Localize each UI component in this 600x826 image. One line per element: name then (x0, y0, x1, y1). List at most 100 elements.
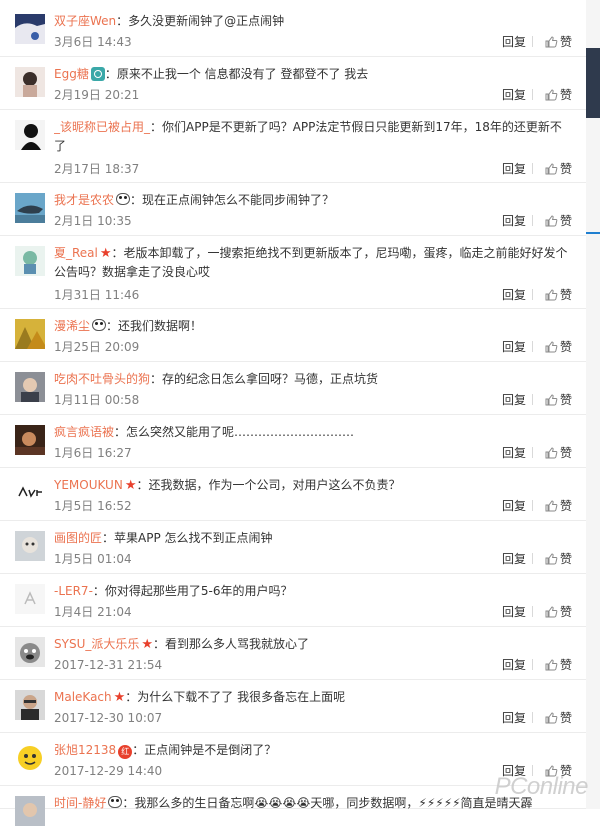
reply-button[interactable]: 回复 (502, 338, 526, 356)
reply-button[interactable]: 回复 (502, 444, 526, 462)
like-label: 赞 (559, 162, 572, 176)
comment-actions: 回复 赞 (54, 86, 572, 104)
thumbs-up-icon (545, 499, 558, 517)
comment-line: SYSU_派大乐乐 ★：看到那么多人骂我就放心了 (54, 635, 572, 654)
comment-item: YEMOUKUN ★：还我数据，作为一个公司，对用户这么不负责？ 1月5日 16:5… (0, 468, 586, 521)
avatar[interactable] (15, 319, 45, 349)
comment-item: _该昵称已被占用_：你们APP是不更新了吗？APP法定节假日只能更新到17年，1… (0, 110, 586, 183)
username-link[interactable]: -LER7- (54, 584, 93, 598)
reply-button[interactable]: 回复 (502, 86, 526, 104)
like-button[interactable]: 赞 (545, 33, 572, 53)
thumbs-up-icon (545, 711, 558, 729)
username-link[interactable]: MaleKach (54, 690, 112, 704)
username-link[interactable]: 时间-静好 (54, 796, 106, 810)
comment-actions: 回复 赞 (54, 444, 572, 462)
like-button[interactable]: 赞 (545, 497, 572, 517)
comment-meta: 1月11日 00:58 回复赞 (54, 391, 572, 409)
side-panel-dark (586, 48, 600, 118)
comment-text: ：怎么突然又能用了呢………………………… (114, 425, 355, 439)
comment-meta: 3月6日 14:43 回复赞 (54, 33, 572, 51)
comment-actions: 回复 赞 (54, 656, 572, 674)
comment-actions: 回复 赞 (54, 212, 572, 230)
action-divider (532, 341, 533, 352)
like-button[interactable]: 赞 (545, 603, 572, 623)
thumbs-up-icon (545, 658, 558, 676)
avatar[interactable] (15, 637, 45, 667)
avatar[interactable] (15, 372, 45, 402)
comment-meta: 1月5日 16:52 回复赞 (54, 497, 572, 515)
like-button[interactable]: 赞 (545, 391, 572, 411)
avatar[interactable] (15, 796, 45, 826)
action-divider (532, 606, 533, 617)
username-link[interactable]: YEMOUKUN (54, 478, 123, 492)
username-link[interactable]: _该昵称已被占用_ (54, 120, 150, 134)
comment-item: -LER7-：你对得起那些用了5-6年的用户吗？ 1月4日 21:04 回复赞 (0, 574, 586, 627)
comment-actions: 回复 赞 (54, 391, 572, 409)
reply-button[interactable]: 回复 (502, 709, 526, 727)
thumbs-up-icon (545, 88, 558, 106)
like-button[interactable]: 赞 (545, 444, 572, 464)
reply-button[interactable]: 回复 (502, 497, 526, 515)
username-link[interactable]: 双子座Wen (54, 14, 116, 28)
avatar[interactable] (15, 743, 45, 773)
username-link[interactable]: 画图的匠 (54, 531, 102, 545)
avatar[interactable] (15, 246, 45, 276)
username-link[interactable]: 吃肉不吐骨头的狗 (54, 372, 150, 386)
avatar[interactable] (15, 690, 45, 720)
avatar[interactable] (15, 14, 45, 44)
like-button[interactable]: 赞 (545, 550, 572, 570)
like-label: 赞 (559, 88, 572, 102)
like-button[interactable]: 赞 (545, 160, 572, 180)
username-link[interactable]: 我才是农农 (54, 193, 114, 207)
panda-badge-icon (92, 319, 107, 331)
avatar[interactable] (15, 584, 45, 614)
like-button[interactable]: 赞 (545, 338, 572, 358)
comment-meta: 1月6日 16:27 回复赞 (54, 444, 572, 462)
star-badge-icon: ★ (141, 637, 154, 652)
avatar[interactable] (15, 425, 45, 455)
avatar[interactable] (15, 478, 45, 508)
username-link[interactable]: Egg糖 (54, 67, 89, 81)
reply-button[interactable]: 回复 (502, 286, 526, 304)
username-link[interactable]: 漫浠尘 (54, 319, 90, 333)
reply-button[interactable]: 回复 (502, 550, 526, 568)
comment-text: ：正点闹钟是不是倒闭了？ (132, 743, 277, 757)
username-link[interactable]: 夏_Real (54, 246, 98, 260)
comment-actions: 回复 赞 (54, 338, 572, 356)
avatar[interactable] (15, 67, 45, 97)
comment-line: 双子座Wen：多久没更新闹钟了@正点闹钟 (54, 12, 572, 31)
avatar[interactable] (15, 120, 45, 150)
like-button[interactable]: 赞 (545, 656, 572, 676)
comment-line: Egg糖 ：原来不止我一个 信息都没有了 登都登不了 我去 (54, 65, 572, 84)
username-link[interactable]: 张旭12138 (54, 743, 116, 757)
reply-button[interactable]: 回复 (502, 656, 526, 674)
action-divider (532, 712, 533, 723)
like-button[interactable]: 赞 (545, 86, 572, 106)
reply-button[interactable]: 回复 (502, 160, 526, 178)
action-divider (532, 447, 533, 458)
username-link[interactable]: 疯言疯语被 (54, 425, 114, 439)
reply-button[interactable]: 回复 (502, 212, 526, 230)
comment-item: SYSU_派大乐乐 ★：看到那么多人骂我就放心了 2017-12-31 21:54 回… (0, 627, 586, 680)
comment-text: ：原来不止我一个 信息都没有了 登都登不了 我去 (104, 67, 369, 81)
like-button[interactable]: 赞 (545, 212, 572, 232)
avatar[interactable] (15, 193, 45, 223)
like-button[interactable]: 赞 (545, 286, 572, 306)
panda-badge-icon (108, 796, 123, 808)
comment-item: Egg糖 ：原来不止我一个 信息都没有了 登都登不了 我去 2月19日 20:21 回… (0, 57, 586, 110)
reply-button[interactable]: 回复 (502, 33, 526, 51)
comment-line: 漫浠尘 ：还我们数据啊！ (54, 317, 572, 336)
reply-button[interactable]: 回复 (502, 603, 526, 621)
thumbs-up-icon (545, 214, 558, 232)
reply-button[interactable]: 回复 (502, 391, 526, 409)
comment-actions: 回复 赞 (54, 286, 572, 304)
action-divider (532, 553, 533, 564)
comment-line: _该昵称已被占用_：你们APP是不更新了吗？APP法定节假日只能更新到17年，1… (54, 118, 572, 156)
like-button[interactable]: 赞 (545, 709, 572, 729)
avatar[interactable] (15, 531, 45, 561)
thumbs-up-icon (545, 605, 558, 623)
comment-meta: 2月1日 10:35 回复赞 (54, 212, 572, 230)
comment-meta: 1月25日 20:09 回复赞 (54, 338, 572, 356)
like-label: 赞 (559, 446, 572, 460)
username-link[interactable]: SYSU_派大乐乐 (54, 637, 139, 651)
